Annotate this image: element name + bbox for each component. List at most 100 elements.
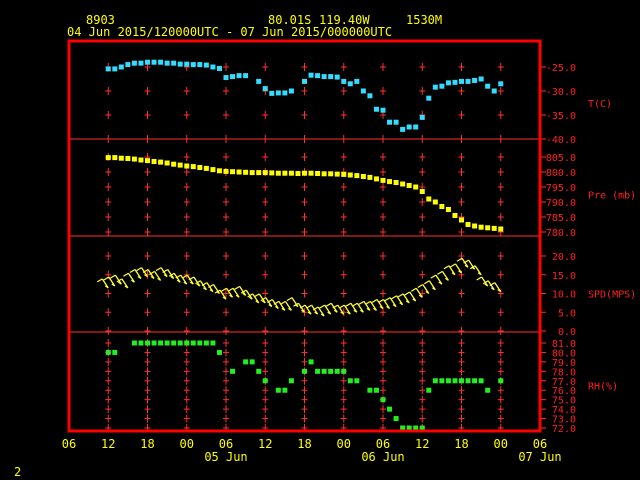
y-tick-label: 790.0 xyxy=(546,198,576,209)
meteogram: 8903 80.01S 119.40W 1530M 04 Jun 2015/12… xyxy=(14,13,636,479)
temperature-point xyxy=(426,95,432,101)
wind-barb-flag xyxy=(476,276,483,281)
temperature-point xyxy=(230,74,236,80)
temperature-point xyxy=(275,90,281,96)
pressure-point xyxy=(118,155,124,161)
y-tick-label: 5.0 xyxy=(558,308,576,319)
temperature-point xyxy=(158,59,164,65)
relative-humidity-point xyxy=(452,378,458,384)
relative-humidity-point xyxy=(393,416,399,422)
wind-barb-flag xyxy=(404,291,411,296)
pressure-point xyxy=(164,160,170,166)
temperature-point xyxy=(288,88,294,94)
y-tick-label: 72.0 xyxy=(552,424,576,435)
x-tick-label: 06 xyxy=(62,437,76,451)
temperature-point xyxy=(315,73,321,79)
temperature-point xyxy=(334,74,340,80)
wind-barb xyxy=(266,298,279,310)
pressure-point xyxy=(426,196,432,202)
pressure-point xyxy=(203,165,209,171)
pressure-point xyxy=(295,171,301,176)
x-tick-label: 00 xyxy=(494,437,508,451)
x-tick-label: 00 xyxy=(337,437,351,451)
temperature-point xyxy=(164,60,170,66)
relative-humidity-point xyxy=(145,340,150,346)
relative-humidity-point xyxy=(459,378,464,384)
temperature-point xyxy=(112,66,118,72)
pressure-point xyxy=(197,165,203,170)
temperature-point xyxy=(177,61,183,67)
pressure-point xyxy=(177,162,183,168)
pressure-point xyxy=(373,176,379,182)
pressure-point xyxy=(223,168,229,174)
wind-barb-flag xyxy=(423,280,430,285)
relative-humidity-point xyxy=(478,378,484,384)
pressure-point xyxy=(145,158,150,164)
pressure-point xyxy=(315,171,321,176)
y-tick-label: 20.0 xyxy=(552,252,576,263)
y-tick-label: 0.0 xyxy=(558,327,576,338)
relative-humidity-point xyxy=(177,340,183,346)
pressure-point xyxy=(125,156,131,161)
temperature-point xyxy=(236,73,242,79)
pressure-point xyxy=(498,226,504,232)
temperature-point xyxy=(197,62,203,68)
relative-humidity-point xyxy=(465,378,471,384)
relative-humidity-point xyxy=(151,340,157,346)
temperature-point xyxy=(478,76,484,82)
temperature-point xyxy=(184,61,190,67)
y-axis-label-relative-humidity: RH(%) xyxy=(588,382,618,393)
pressure-point xyxy=(406,183,412,188)
wind-barb-flag xyxy=(129,268,136,274)
data-series xyxy=(96,59,504,431)
temperature-point xyxy=(498,81,504,87)
temperature-point xyxy=(413,124,419,130)
relative-humidity-point xyxy=(216,349,222,355)
x-tick-label: 18 xyxy=(297,437,311,451)
temperature-point xyxy=(321,74,327,80)
relative-humidity-point xyxy=(164,340,170,346)
relative-humidity-point xyxy=(190,340,196,346)
pressure-point xyxy=(491,225,497,231)
y-tick-label: -25.0 xyxy=(546,63,576,74)
x-tick-label: 12 xyxy=(258,437,272,451)
temperature-point xyxy=(256,78,262,84)
wind-barb-flag xyxy=(306,304,312,309)
temperature-point xyxy=(145,59,150,65)
relative-humidity-point xyxy=(282,387,288,393)
header: 8903 80.01S 119.40W 1530M 04 Jun 2015/12… xyxy=(67,13,442,39)
wind-barb-flag xyxy=(96,278,103,283)
temperature-point xyxy=(472,77,478,83)
wind-barb xyxy=(168,272,181,283)
pressure-point xyxy=(393,180,399,185)
relative-humidity-point xyxy=(243,359,249,365)
pressure-point xyxy=(321,171,327,177)
grid xyxy=(69,63,546,432)
pressure-point xyxy=(158,159,164,165)
wind-barb-flag xyxy=(253,293,260,298)
pressure-point xyxy=(465,222,471,227)
pressure-point xyxy=(380,177,386,183)
relative-humidity-point xyxy=(308,359,314,365)
pressure-point xyxy=(328,171,334,177)
wind-barb xyxy=(469,265,482,276)
relative-humidity-point xyxy=(380,397,386,403)
wind-barb xyxy=(489,282,502,293)
pressure-point xyxy=(243,169,249,175)
pressure-point xyxy=(302,170,307,176)
pressure-point xyxy=(367,174,373,180)
pressure-point xyxy=(249,170,255,176)
wind-barb xyxy=(214,289,227,300)
pressure-point xyxy=(485,225,491,231)
temperature-point xyxy=(439,83,445,89)
wind-barb-flag xyxy=(338,304,345,309)
wind-barb xyxy=(293,302,306,313)
x-tick-label: 18 xyxy=(454,437,468,451)
temperature-point xyxy=(341,78,347,84)
wind-barb xyxy=(201,282,214,293)
wind-barb-flag xyxy=(358,300,365,305)
relative-humidity-point xyxy=(341,368,347,374)
temperature-point xyxy=(269,90,275,96)
pressure-point xyxy=(400,181,406,187)
wind-barb-flag xyxy=(155,267,162,272)
